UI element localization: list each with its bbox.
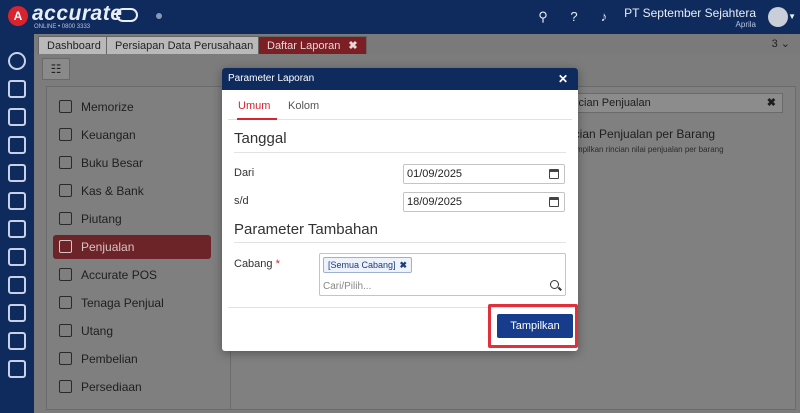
tab-kolom[interactable]: Kolom [288, 100, 319, 112]
branch-label: Cabang * [234, 258, 280, 270]
remove-chip-icon[interactable]: ✖ [400, 260, 408, 270]
section-title-date: Tanggal [234, 130, 287, 147]
branch-multiselect[interactable]: [Semua Cabang] ✖ [319, 253, 566, 296]
to-date-label: s/d [234, 195, 249, 207]
search-icon[interactable] [550, 280, 559, 289]
divider [234, 152, 566, 153]
report-parameter-dialog: Parameter Laporan ✕ Umum Kolom Tanggal D… [222, 68, 578, 351]
branch-search-input[interactable] [323, 278, 543, 294]
calendar-icon[interactable] [549, 169, 559, 179]
branch-chip[interactable]: [Semua Cabang] ✖ [323, 257, 413, 273]
show-report-button[interactable]: Tampilkan [497, 314, 573, 338]
section-title-extra: Parameter Tambahan [234, 221, 378, 238]
from-date-label: Dari [234, 167, 255, 179]
from-date-input[interactable]: 01/09/2025 [403, 164, 565, 184]
tab-umum[interactable]: Umum [238, 100, 270, 112]
dialog-title: Parameter Laporan [228, 73, 315, 84]
calendar-icon[interactable] [549, 197, 559, 207]
dialog-tabs: Umum Kolom [228, 90, 572, 120]
to-date-input[interactable]: 18/09/2025 [403, 192, 565, 212]
dialog-header: Parameter Laporan ✕ [222, 68, 578, 90]
required-mark: * [275, 258, 280, 270]
active-tab-indicator [237, 118, 277, 120]
divider [234, 242, 566, 243]
close-icon[interactable]: ✕ [558, 68, 568, 90]
